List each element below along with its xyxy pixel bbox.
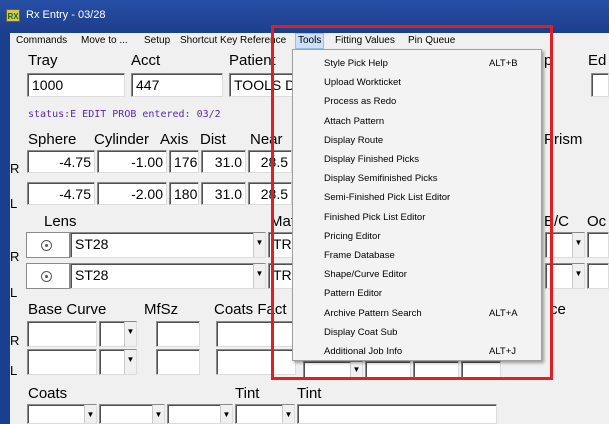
chevron-down-icon[interactable]: ▼ xyxy=(84,405,96,423)
chevron-down-icon[interactable]: ▼ xyxy=(220,405,232,423)
tint-field-2[interactable] xyxy=(297,404,497,424)
mfsz-l-field[interactable] xyxy=(156,349,200,375)
lens-eye-label-r: R xyxy=(10,249,20,264)
dist-l-field[interactable]: 31.0 xyxy=(201,182,246,205)
cylinder-l-field[interactable]: -2.00 xyxy=(97,182,167,205)
patient-label: Patient xyxy=(229,52,276,69)
base-eye-label-r: R xyxy=(10,333,20,348)
window-title: Rx Entry - 03/28 xyxy=(26,9,106,21)
chevron-down-icon[interactable]: ▼ xyxy=(152,405,164,423)
lens-l-select[interactable]: ST28 ▼ xyxy=(70,263,266,289)
ed-field[interactable] xyxy=(591,73,609,97)
rx-eye-label-r: R xyxy=(10,161,20,176)
acct-field[interactable]: 447 xyxy=(131,73,223,97)
rx-app-icon: RX xyxy=(6,9,20,22)
coats-label: Coats xyxy=(28,385,68,402)
chevron-down-icon[interactable]: ▼ xyxy=(282,405,294,423)
base-curve-r-field[interactable] xyxy=(27,321,97,347)
menu-commands[interactable]: Commands xyxy=(16,35,67,46)
chevron-down-icon[interactable]: ▼ xyxy=(253,264,265,288)
chevron-down-icon[interactable]: ▼ xyxy=(124,350,136,374)
radio-dot-icon xyxy=(41,240,52,251)
base-curve-label: Base Curve xyxy=(28,301,107,318)
lens-option-l[interactable] xyxy=(26,263,70,289)
cylinder-r-field[interactable]: -1.00 xyxy=(97,150,167,173)
tray-label: Tray xyxy=(28,52,58,69)
oc-label-partial: Oc xyxy=(587,213,607,230)
coats-select-1[interactable]: ▼ xyxy=(27,404,97,424)
axis-header: Axis xyxy=(160,131,189,148)
sphere-header: Sphere xyxy=(28,131,77,148)
mfsz-r-field[interactable] xyxy=(156,321,200,347)
lens-r-select[interactable]: ST28 ▼ xyxy=(70,232,266,258)
cylinder-header: Cylinder xyxy=(94,131,150,148)
lens-option-r[interactable] xyxy=(26,232,70,258)
sphere-r-field[interactable]: -4.75 xyxy=(27,150,95,173)
menu-setup[interactable]: Setup xyxy=(144,35,170,46)
axis-l-field[interactable]: 180 xyxy=(169,182,199,205)
dist-r-field[interactable]: 31.0 xyxy=(201,150,246,173)
lens-r-value: ST28 xyxy=(75,236,109,252)
base-curve-l-field[interactable] xyxy=(27,349,97,375)
lens-label: Lens xyxy=(44,213,77,230)
oc-r-field[interactable] xyxy=(587,232,609,258)
chevron-down-icon[interactable]: ▼ xyxy=(572,264,584,288)
highlight-box xyxy=(271,25,553,380)
chevron-down-icon[interactable]: ▼ xyxy=(124,322,136,346)
oc-l-field[interactable] xyxy=(587,263,609,289)
base-eye-label-l: L xyxy=(10,363,18,378)
tray-field[interactable]: 1000 xyxy=(27,73,125,97)
coats-select-3[interactable]: ▼ xyxy=(167,404,233,424)
tint-select-1[interactable]: ▼ xyxy=(235,404,295,424)
tint-label-2: Tint xyxy=(297,385,322,402)
rx-eye-label-l: L xyxy=(10,196,18,211)
base-curve-r-select[interactable]: ▼ xyxy=(99,321,137,347)
chevron-down-icon[interactable]: ▼ xyxy=(572,233,584,257)
chevron-down-icon[interactable]: ▼ xyxy=(253,233,265,257)
acct-label: Acct xyxy=(131,52,161,69)
base-curve-l-select[interactable]: ▼ xyxy=(99,349,137,375)
lens-eye-label-l: L xyxy=(10,285,18,300)
menu-move-to[interactable]: Move to ... xyxy=(81,35,128,46)
radio-dot-icon xyxy=(41,271,52,282)
lens-l-value: ST28 xyxy=(75,267,109,283)
tint-label-1: Tint xyxy=(235,385,260,402)
mfsz-label: MfSz xyxy=(144,301,179,318)
status-line: status:E EDIT PROB entered: 03/2 xyxy=(28,109,221,120)
axis-r-field[interactable]: 176 xyxy=(169,150,199,173)
sphere-l-field[interactable]: -4.75 xyxy=(27,182,95,205)
dist-header: Dist xyxy=(200,131,226,148)
partial-label-ed: Ed xyxy=(588,52,607,69)
coats-select-2[interactable]: ▼ xyxy=(99,404,165,424)
